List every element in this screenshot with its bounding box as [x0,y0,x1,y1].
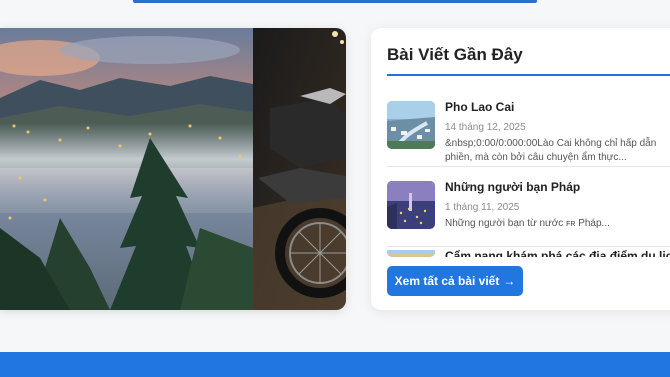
post-thumbnail[interactable] [387,101,435,149]
footer-bar [0,352,670,377]
post-title[interactable]: Cẩm nang khám phá các địa điểm du lịch [445,249,670,257]
view-all-posts-button[interactable]: Xem tất cả bài viết → [387,266,523,296]
post-date: 14 tháng 12, 2025 [445,122,526,133]
recent-posts-title: Bài Viết Gần Đây [387,45,523,64]
flag-icon: FR [566,221,576,228]
recent-posts-card: Bài Viết Gần Đây Pho Lao Cai 14 tháng 12… [371,28,670,310]
post-item[interactable]: Pho Lao Cai 14 tháng 12, 2025 &nbsp;0:00… [387,100,670,167]
hero-image [0,28,346,310]
post-excerpt-text: Những người bạn từ nước [445,218,564,229]
arrow-right-icon: → [503,274,516,288]
post-item[interactable]: Những người bạn Pháp 1 tháng 11, 2025 Nh… [387,180,670,247]
post-item[interactable]: Cẩm nang khám phá các địa điểm du lịch [387,247,670,257]
post-thumbnail[interactable] [387,181,435,229]
post-excerpt: &nbsp;0:00/0:000:00Lào Cai không chỉ hấp… [445,138,657,163]
title-underline [387,74,670,76]
view-all-label: Xem tất cả bài viết [394,274,500,288]
post-excerpt-tail: Pháp... [578,218,610,229]
post-date: 1 tháng 11, 2025 [445,202,520,213]
post-title[interactable]: Những người bạn Pháp [445,180,580,194]
post-divider [387,166,670,167]
top-accent-line [133,0,537,3]
post-thumbnail[interactable] [387,247,435,257]
post-title[interactable]: Pho Lao Cai [445,100,514,114]
post-excerpt: Những người bạn từ nước FR Pháp... [445,217,670,232]
